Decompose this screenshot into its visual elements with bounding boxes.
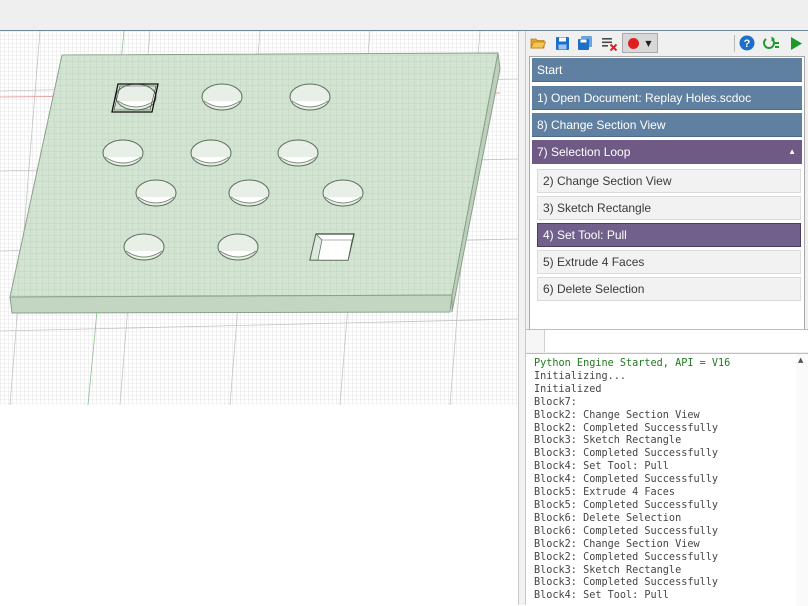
- console-line: Block5: Completed Successfully: [534, 499, 719, 511]
- model-canvas[interactable]: [0, 31, 518, 605]
- console-line: Block3: Completed Successfully: [534, 577, 719, 589]
- console-line: Block2: Completed Successfully: [534, 422, 719, 434]
- hole[interactable]: [102, 139, 144, 167]
- collapse-caret-icon[interactable]: ▲: [788, 140, 796, 164]
- open-folder-icon[interactable]: [529, 34, 547, 52]
- run-icon[interactable]: [787, 34, 805, 52]
- console-line: Block4: Completed Successfully: [534, 474, 719, 486]
- command-input-row[interactable]: [526, 329, 808, 352]
- hole[interactable]: [190, 139, 232, 167]
- chevron-down-icon: ▼: [645, 38, 652, 48]
- square-cutout[interactable]: [309, 233, 355, 261]
- panel-toolbar: ▼ ?: [526, 31, 808, 56]
- console-line: Block6: Delete Selection: [534, 512, 682, 524]
- scroll-up-icon[interactable]: ▲: [798, 356, 803, 364]
- console-line: Python Engine Started, API = V16: [534, 358, 731, 369]
- block-change-section-view[interactable]: 8) Change Section View: [532, 113, 802, 137]
- input-gutter: [526, 330, 545, 352]
- console-scrollbar[interactable]: ▲: [796, 354, 808, 606]
- help-icon[interactable]: ?: [738, 34, 756, 52]
- console-line: Block4: Set Tool: Pull: [534, 461, 669, 473]
- console-line: Block6: Completed Successfully: [534, 525, 719, 537]
- block-selection-loop-label: 7) Selection Loop: [537, 145, 631, 159]
- console-line: Block2: Completed Successfully: [534, 551, 719, 563]
- console-line: Block2: Change Section View: [534, 538, 700, 550]
- block-start[interactable]: Start: [532, 58, 802, 82]
- hole[interactable]: [135, 179, 177, 207]
- console-line: Initialized: [534, 383, 602, 395]
- loop-item-active[interactable]: 4) Set Tool: Pull: [537, 223, 801, 247]
- console-line: Initializing...: [534, 370, 627, 382]
- output-console[interactable]: Python Engine Started, API = V16 Initiali…: [526, 353, 808, 606]
- console-line: Block3: Sketch Rectangle: [534, 564, 682, 576]
- 3d-viewport[interactable]: [0, 31, 518, 605]
- save-icon[interactable]: [553, 34, 571, 52]
- console-line: Block2: Change Section View: [534, 409, 700, 421]
- loop-item[interactable]: 3) Sketch Rectangle: [537, 196, 801, 220]
- title-bar: [0, 0, 808, 31]
- block-selection-loop[interactable]: 7) Selection Loop ▲: [532, 140, 802, 164]
- hole[interactable]: [322, 179, 364, 207]
- hole[interactable]: [217, 233, 259, 261]
- save-as-icon[interactable]: [576, 34, 594, 52]
- console-lines: Python Engine Started, API = V16 Initiali…: [534, 358, 730, 603]
- panel-splitter[interactable]: [518, 31, 526, 605]
- hole[interactable]: [201, 83, 243, 111]
- hole[interactable]: [228, 179, 270, 207]
- hole[interactable]: [289, 83, 331, 111]
- hole[interactable]: [277, 139, 319, 167]
- record-icon: [628, 37, 640, 49]
- record-dropdown[interactable]: ▼: [622, 33, 658, 53]
- block-list: Start 1) Open Document: Replay Holes.scd…: [529, 56, 805, 336]
- step-icon[interactable]: [762, 34, 780, 52]
- console-line: Block3: Completed Successfully: [534, 448, 719, 460]
- hole[interactable]: [123, 233, 165, 261]
- console-line: Block4: Set Tool: Pull: [534, 590, 669, 602]
- script-panel: ▼ ? Start 1) Open Document: Replay Holes…: [526, 31, 808, 606]
- console-line: Block7:: [534, 396, 577, 408]
- console-line: Block5: Extrude 4 Faces: [534, 487, 676, 499]
- block-open-document[interactable]: 1) Open Document: Replay Holes.scdoc: [532, 86, 802, 110]
- loop-item[interactable]: 6) Delete Selection: [537, 277, 801, 301]
- svg-text:?: ?: [744, 38, 751, 50]
- loop-item[interactable]: 5) Extrude 4 Faces: [537, 250, 801, 274]
- loop-item[interactable]: 2) Change Section View: [537, 169, 801, 193]
- clear-icon[interactable]: [600, 34, 618, 52]
- console-line: Block3: Sketch Rectangle: [534, 435, 682, 447]
